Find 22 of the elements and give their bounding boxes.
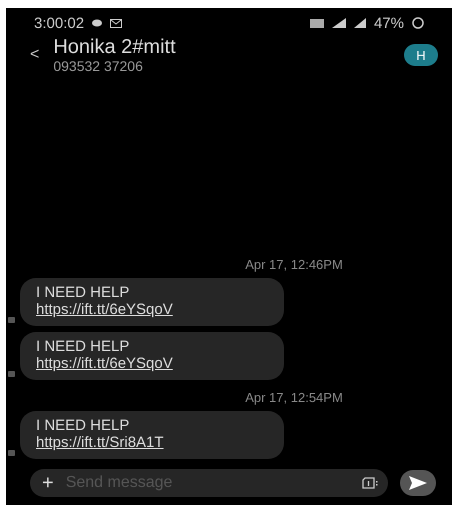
message-link[interactable]: https://ift.tt/6eYSqoV	[36, 301, 173, 318]
contact-name: Honika 2#mitt	[53, 36, 177, 58]
signal-icon	[354, 18, 366, 28]
message-link[interactable]: https://ift.tt/6eYSqoV	[36, 355, 173, 372]
status-time: 3:00:02	[34, 14, 84, 32]
back-button[interactable]: <	[30, 46, 40, 64]
phone-number: 093532 37206	[53, 58, 144, 74]
message-text: I NEED HELP	[36, 417, 130, 434]
add-button[interactable]: +	[42, 472, 54, 494]
send-icon	[409, 476, 427, 490]
sim-card-icon	[362, 477, 378, 489]
mail-icon	[110, 18, 122, 28]
contact-avatar[interactable]: H	[404, 44, 438, 66]
battery-percentage: 47%	[374, 14, 404, 32]
message-timestamp: Apr 17, 12:46PM	[244, 257, 344, 272]
message-text: I NEED HELP	[36, 284, 130, 301]
send-button[interactable]	[400, 470, 436, 496]
signal-icon	[332, 18, 346, 28]
message-text: I NEED HELP	[36, 338, 130, 355]
battery-icon	[412, 17, 424, 29]
message-link[interactable]: https://ift.tt/Sri8A1T	[36, 434, 164, 451]
message-timestamp: Apr 17, 12:54PM	[244, 390, 344, 405]
